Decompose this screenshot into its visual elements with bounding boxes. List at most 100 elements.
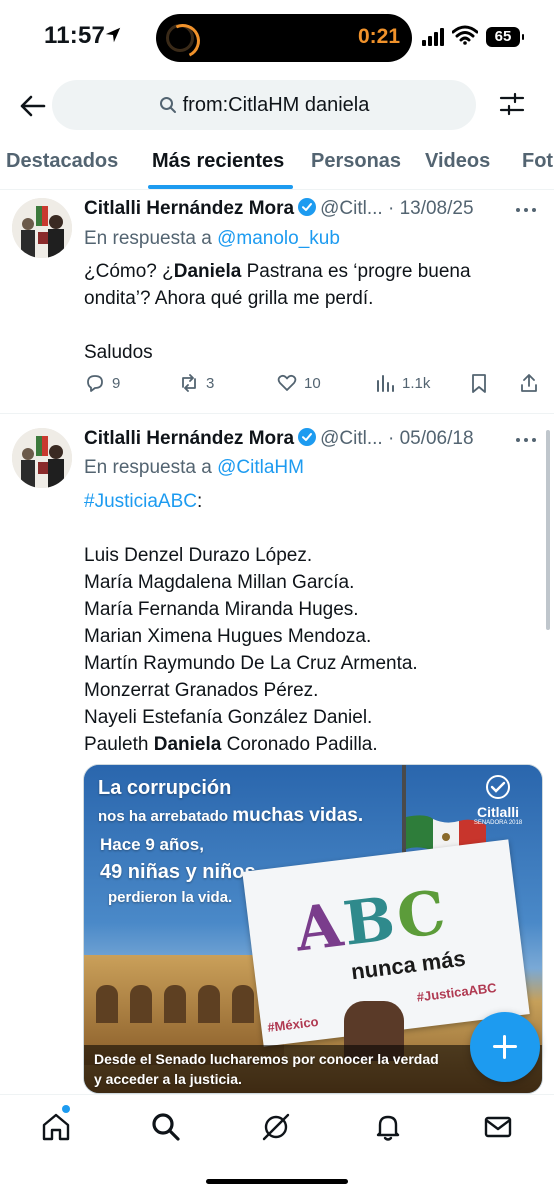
- tweet-header: Citlalli Hernández Mora @Citl... · 05/06/…: [84, 428, 474, 450]
- filter-settings-icon[interactable]: [498, 90, 526, 118]
- reply-count: 9: [112, 374, 121, 392]
- senator-logo: Citlalli SENADORA 2018: [468, 775, 528, 826]
- reply-button[interactable]: 9: [84, 372, 120, 394]
- compose-post-button[interactable]: [470, 1012, 540, 1082]
- share-button[interactable]: [518, 372, 546, 394]
- tab-videos[interactable]: Videos: [425, 150, 490, 173]
- sign-letter: A: [291, 890, 349, 966]
- search-query: from:CitlaHM daniela: [182, 93, 370, 116]
- share-icon: [521, 374, 537, 392]
- like-button[interactable]: 10: [276, 372, 321, 394]
- sign-letter: B: [339, 883, 402, 960]
- sign-letter: C: [393, 877, 452, 954]
- timer-ring-icon: [166, 24, 194, 52]
- search-icon: [159, 97, 176, 113]
- image-caption: y acceder a la justicia.: [94, 1071, 242, 1087]
- views-button[interactable]: 1.1k: [374, 372, 430, 394]
- author-handle[interactable]: @Citl...: [320, 198, 383, 219]
- reply-prefix: En respuesta a: [84, 457, 212, 478]
- location-arrow-icon: [105, 27, 121, 43]
- author-name[interactable]: Citlalli Hernández Mora: [84, 428, 294, 449]
- tweet-date: · 13/08/25: [387, 198, 474, 219]
- author-handle[interactable]: @Citl...: [320, 428, 383, 449]
- tab-mas-recientes[interactable]: Más recientes: [152, 150, 284, 173]
- active-tab-indicator: [148, 185, 293, 189]
- name-line: Marian Ximena Hugues Mendoza.: [84, 626, 372, 647]
- tab-personas[interactable]: Personas: [311, 150, 401, 173]
- bookmark-icon: [472, 374, 486, 393]
- image-text-line: nos ha arrebatado muchas vidas.: [98, 805, 363, 827]
- bottom-navigation: [0, 1094, 554, 1200]
- image-text-line: 49 niñas y niños: [100, 861, 256, 883]
- more-options-icon[interactable]: [516, 438, 538, 444]
- like-count: 10: [304, 374, 321, 392]
- image-text-line: perdieron la vida.: [108, 889, 233, 906]
- name-line: Luis Denzel Durazo López.: [84, 545, 313, 566]
- text-segment: Pastrana es ‘progre buena: [241, 261, 471, 282]
- hashtag-link[interactable]: #JusticiaABC: [84, 491, 197, 512]
- verified-badge-icon: [298, 198, 317, 216]
- tweet-date: · 05/06/18: [387, 428, 474, 449]
- search-input[interactable]: from:CitlaHM daniela: [52, 80, 476, 130]
- author-name[interactable]: Citlalli Hernández Mora: [84, 198, 294, 219]
- views-chart-icon: [377, 375, 394, 392]
- text-segment: ¿Cómo? ¿: [84, 261, 174, 282]
- text-segment: Pauleth: [84, 734, 154, 755]
- grok-icon[interactable]: [260, 1111, 292, 1143]
- logo-name: Citlalli: [476, 804, 519, 820]
- more-options-icon[interactable]: [516, 208, 538, 214]
- tweet[interactable]: Citlalli Hernández Mora @Citl... · 13/08/…: [0, 190, 554, 414]
- messages-envelope-icon[interactable]: [482, 1111, 514, 1143]
- wifi-icon: [452, 25, 478, 45]
- battery-indicator: 65: [486, 27, 524, 47]
- search-tabs: Destacados Más recientes Personas Videos…: [0, 138, 554, 190]
- view-count: 1.1k: [402, 374, 431, 392]
- cellular-signal-icon: [422, 28, 446, 46]
- notifications-bell-icon[interactable]: [372, 1111, 404, 1143]
- dynamic-island[interactable]: 0:21: [156, 14, 412, 62]
- name-line: Martín Raymundo De La Cruz Armenta.: [84, 653, 418, 674]
- highlight-term: Daniela: [173, 261, 242, 282]
- reply-handle-link[interactable]: @manolo_kub: [217, 228, 340, 249]
- back-arrow-icon[interactable]: [18, 92, 46, 120]
- reply-context: En respuesta a @CitlaHM: [84, 457, 304, 479]
- text-segment: :: [197, 491, 203, 512]
- notification-dot: [62, 1105, 70, 1113]
- image-caption: Desde el Senado lucharemos por conocer l…: [94, 1051, 439, 1067]
- tab-destacados[interactable]: Destacados: [6, 150, 118, 173]
- heart-icon: [277, 374, 297, 391]
- tweet-text: #JusticiaABC: Luis Denzel Durazo López. …: [84, 488, 524, 758]
- image-text-line: Hace 9 años,: [100, 835, 204, 854]
- timer-text: 0:21: [357, 25, 400, 48]
- image-headline: La corrupción: [98, 777, 232, 799]
- reply-handle-link[interactable]: @CitlaHM: [217, 457, 304, 478]
- retweet-icon: [182, 374, 196, 392]
- name-line: María Magdalena Millan García.: [84, 572, 355, 593]
- avatar[interactable]: [12, 428, 72, 488]
- text-line: Saludos: [84, 342, 153, 363]
- retweet-count: 3: [206, 374, 215, 392]
- search-icon[interactable]: [150, 1111, 182, 1143]
- tab-fotos[interactable]: Fot: [522, 150, 553, 173]
- home-indicator: [206, 1179, 348, 1184]
- clock: 11:57: [44, 22, 106, 49]
- tweet-actions: 9 3 10 1.1k: [84, 372, 544, 398]
- retweet-button[interactable]: 3: [178, 372, 214, 394]
- reply-context: En respuesta a @manolo_kub: [84, 228, 340, 250]
- home-icon[interactable]: [40, 1111, 72, 1143]
- check-seal-icon: [486, 775, 510, 799]
- highlight-term: Daniela: [153, 734, 222, 755]
- reply-prefix: En respuesta a: [84, 228, 212, 249]
- logo-subtitle: SENADORA 2018: [473, 820, 523, 826]
- image-text-segment: nos ha arrebatado: [98, 808, 233, 825]
- scrollbar[interactable]: [546, 430, 550, 630]
- avatar[interactable]: [12, 198, 72, 258]
- reply-icon: [87, 375, 103, 392]
- tweet-header: Citlalli Hernández Mora @Citl... · 13/08/…: [84, 198, 474, 220]
- status-bar: 11:57 0:21 65: [0, 0, 554, 76]
- bookmark-button[interactable]: [468, 372, 496, 394]
- verified-badge-icon: [298, 428, 317, 446]
- text-line: ondita’? Ahora qué grilla me perdí.: [84, 288, 374, 309]
- image-text-segment: muchas vidas.: [232, 805, 364, 826]
- name-line: Monzerrat Granados Pérez.: [84, 680, 319, 701]
